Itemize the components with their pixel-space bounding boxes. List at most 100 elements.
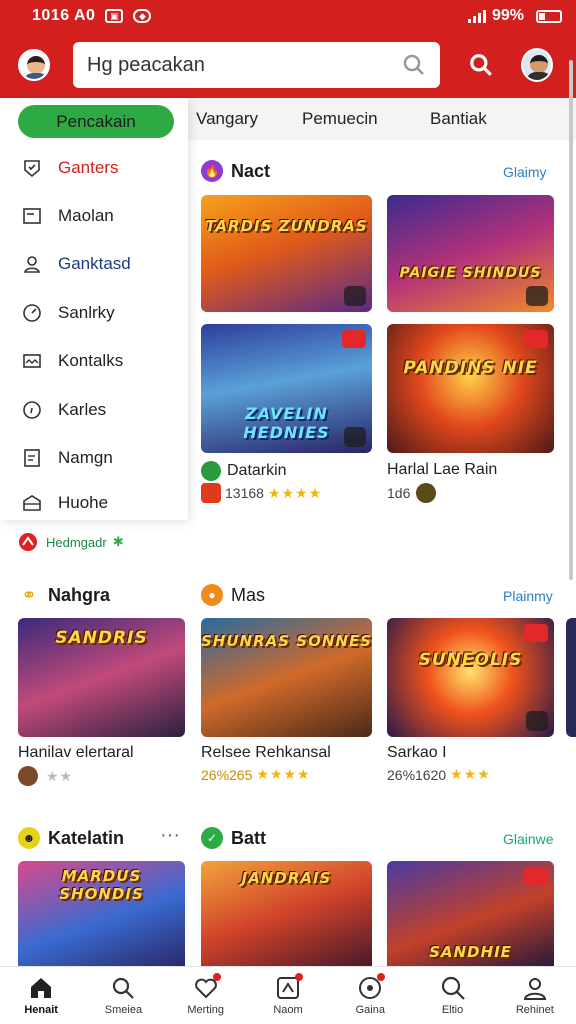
star-rating-icon: ★★★ (450, 766, 491, 782)
nav-search[interactable]: Smeiea (82, 967, 164, 1024)
box-icon (22, 493, 42, 513)
game-title[interactable]: Harlal Lae Rain (387, 461, 497, 479)
sidebar-item-ganters[interactable]: Ganters (0, 146, 188, 190)
game-rating: ★★ (18, 766, 73, 786)
next-card-peek (566, 618, 576, 737)
see-more-link[interactable]: Plainmy (503, 588, 553, 604)
sidebar-primary-button[interactable]: Pencakain (18, 105, 174, 138)
sidebar-item-label: Ganters (58, 158, 119, 177)
nav-home[interactable]: Henait (0, 967, 82, 1024)
tab-bantiak[interactable]: Bantiak (430, 109, 487, 129)
nav-label: Merting (187, 1004, 225, 1016)
section-title: Batt (231, 827, 266, 848)
sidebar-item-maolan[interactable]: Maolan (0, 194, 188, 238)
game-title[interactable]: Hanilav elertaral (18, 744, 134, 762)
scrollbar[interactable] (569, 60, 573, 580)
game-card[interactable]: SANDHIE (387, 861, 554, 966)
cart-icon (526, 711, 548, 731)
sidebar-item-label: Sanlrky (58, 303, 115, 322)
section-title: Nahgra (48, 584, 111, 605)
search-icon[interactable] (402, 53, 426, 77)
battery-percent: 99% (491, 7, 524, 24)
person-icon (22, 254, 42, 274)
game-rating: 26%1620 ★★★ (387, 766, 491, 783)
sidebar-item-huohe[interactable]: Huohe (0, 481, 188, 525)
game-card[interactable]: ZAVELIN HEDNIES (201, 324, 372, 453)
game-card[interactable]: PAIGIE SHINDUS (387, 195, 554, 312)
game-title[interactable]: Sarkao I (387, 744, 447, 762)
game-rating: 13168 ★★★★ (201, 483, 322, 503)
game-card[interactable]: SANDRIS (18, 618, 185, 737)
game-title[interactable]: Relsee Rehkansal (201, 744, 331, 762)
link-icon: ⚭ (21, 584, 37, 605)
game-rating-count: 26%1620 (387, 766, 447, 783)
game-rating-count: 26%265 (201, 766, 253, 783)
nav-profile[interactable]: Rehinet (494, 967, 576, 1024)
game-rating: 1d6 (387, 483, 440, 503)
cart-icon (344, 286, 366, 306)
sidebar-menu: Pencakain Ganters Maolan Ganktasd Sanlrk… (0, 98, 188, 520)
game-card-art-title: TARDIS ZUNDRAS (205, 217, 368, 235)
developer-avatar (416, 483, 437, 503)
new-games-label[interactable]: Hedmgadr ✱ (18, 532, 124, 552)
window-icon (22, 206, 42, 226)
star-rating-icon: ★★★★ (256, 766, 311, 782)
orange-badge-icon: ● (201, 584, 223, 606)
game-card-art-title: PANDINS NIE (403, 358, 538, 378)
category-tabs: Vangary Pemuecin Bantiak (188, 98, 576, 140)
status-bar: 1016 A0 ▣ ◆ 99% (0, 0, 576, 32)
game-card-art-title: PAIGIE SHINDUS (399, 265, 542, 281)
more-options-icon[interactable]: ··· (160, 824, 180, 847)
gauge-icon (22, 303, 42, 323)
signal-icon (467, 9, 486, 23)
section-title: Mas (231, 584, 266, 605)
ball-icon (357, 973, 386, 1001)
tag-icon (524, 867, 548, 885)
sidebar-item-label: Kontalks (58, 351, 124, 370)
sidebar-item-namgn[interactable]: Namgn (0, 436, 188, 480)
tab-pemuecin[interactable]: Pemuecin (302, 109, 378, 129)
new-games-text: Hedmgadr (46, 534, 107, 550)
game-card-art-title: SHUNRAS SONNES (201, 632, 372, 650)
game-title[interactable]: Datarkin (201, 461, 287, 481)
nav-label: Smeiea (104, 1004, 143, 1016)
game-rating-count: 13168 (225, 485, 264, 501)
nav-gaina[interactable]: Gaina (329, 967, 411, 1024)
tab-vangary[interactable]: Vangary (196, 109, 258, 129)
see-more-link[interactable]: Glaimy (503, 164, 547, 180)
user-avatar[interactable] (18, 49, 50, 81)
nav-merting[interactable]: Merting (165, 967, 247, 1024)
battery-icon (536, 9, 562, 23)
profile-avatar[interactable] (521, 48, 553, 82)
game-card[interactable]: PANDINS NIE (387, 324, 554, 453)
game-card[interactable]: MARDUS SHONDIS (18, 861, 185, 966)
sidebar-item-sanlrky[interactable]: Sanlrky (0, 291, 188, 335)
promo-icon (19, 533, 37, 551)
section-header-mas: ● Mas (201, 584, 265, 606)
game-card[interactable]: TARDIS ZUNDRAS (201, 195, 372, 312)
search-input[interactable] (87, 53, 402, 77)
header-search-icon[interactable] (468, 52, 494, 78)
tag-icon (342, 330, 366, 348)
nav-naom[interactable]: Naom (247, 967, 329, 1024)
game-card-art-title: MARDUS SHONDIS (59, 867, 144, 903)
sidebar-item-kontalks[interactable]: Kontalks (0, 339, 188, 383)
sidebar-item-karles[interactable]: Karles (0, 388, 188, 432)
sidebar-item-ganktasd[interactable]: Ganktasd (0, 242, 188, 286)
game-icon (201, 461, 221, 481)
game-card-art-title: SANDHIE (429, 943, 512, 961)
game-card-art-title: SUNEOLIS (418, 650, 523, 670)
game-card[interactable]: SHUNRAS SONNES (201, 618, 372, 737)
see-more-link[interactable]: Glainwe (503, 831, 554, 847)
shield-status-icon: ◆ (133, 9, 152, 23)
profile-icon (523, 978, 546, 1000)
search-bar[interactable] (73, 42, 440, 88)
status-time: 1016 A0 (32, 7, 96, 24)
game-card[interactable]: SUNEOLIS (387, 618, 554, 737)
game-card[interactable]: JANDRAIS (201, 861, 372, 966)
note-icon (22, 448, 42, 468)
game-icon (275, 973, 303, 1001)
nav-eltio[interactable]: Eltio (411, 967, 493, 1024)
nav-label: Naom (273, 1004, 303, 1016)
sidebar-item-label: Huohe (58, 493, 109, 512)
